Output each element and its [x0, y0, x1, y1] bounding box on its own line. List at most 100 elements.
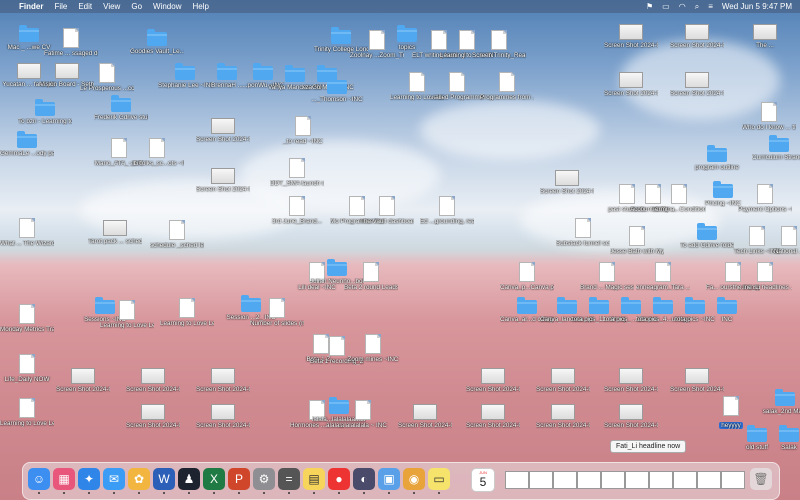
desktop-icon-shot[interactable]: Screen Shot 2024-0...40.05 PM	[536, 404, 590, 429]
desktop-icon-shot[interactable]: Screen Shot 2024-0...40.44 PM	[398, 404, 452, 429]
minimized-window-thumbnail[interactable]	[649, 471, 673, 489]
desktop-icon-shot[interactable]: Screen Shot 2024-0...39.42 PM	[604, 404, 658, 429]
notes-app-app-icon[interactable]: ▤	[303, 468, 325, 494]
desktop-icon-shot[interactable]: The ...	[738, 24, 792, 49]
system-settings-app-icon[interactable]: ⚙	[253, 468, 275, 494]
desktop-icon-doc[interactable]: ...ailed Programmes ...Lessons	[430, 72, 484, 101]
desktop-icon-doc[interactable]: Jesse Bath with My ...	[610, 226, 664, 255]
desktop-icon-doc[interactable]: Canva_p...Canva photo link photo Blue...	[500, 262, 554, 291]
flag-icon[interactable]: ⚑	[646, 0, 653, 13]
desktop-icon-folder[interactable]: To add Gdrive folders ~INC	[680, 223, 734, 249]
desktop-icon-doc[interactable]: Programmes from ...	[480, 72, 534, 101]
desktop[interactable]: Mac _ ...we CVFatime ... ssaged docGoodi…	[0, 0, 800, 500]
minimized-window-thumbnail[interactable]	[601, 471, 625, 489]
chrome-app-icon[interactable]: ◉	[403, 468, 425, 494]
launchpad-app-icon[interactable]: ▦	[53, 468, 75, 494]
desktop-icon-doc[interactable]: Zoom mines ~INC	[346, 334, 400, 363]
minimized-window-thumbnail[interactable]	[505, 471, 529, 489]
battery-icon[interactable]: ▭	[662, 0, 670, 13]
control-center-icon[interactable]: ≡	[708, 0, 713, 13]
minimized-window-thumbnail[interactable]	[577, 471, 601, 489]
desktop-icon-folder[interactable]: ..._Thomson ~INC	[310, 77, 364, 103]
desktop-icon-doc[interactable]: schedule _sched led ~INC	[150, 220, 204, 249]
minimized-window-thumbnail[interactable]	[625, 471, 649, 489]
desktop-icon-doc[interactable]: Ed ...grounding, realistic, ...cd ~INC	[420, 196, 474, 225]
desktop-icon-folder[interactable]: Curriculum Strands	[752, 135, 800, 161]
powerpoint-app-icon[interactable]: P	[228, 468, 250, 494]
desktop-icon-doc[interactable]: National ...	[762, 226, 800, 255]
desktop-icon-doc[interactable]: Learning to Love Leading...ind Vault!	[100, 300, 154, 329]
desktop-icon-doc[interactable]: Substack funnel screens...une 2023	[556, 218, 610, 247]
desktop-icon-shot[interactable]: Screen Shot 2024-0...38.18 PM	[670, 24, 724, 49]
desktop-icon-folder[interactable]: To bzn - Learning to Love Leading_buo ~I…	[18, 99, 72, 125]
desktop-icon-shot[interactable]: Screen Shot 2024-0...41.07 PM	[196, 368, 250, 393]
app-menu[interactable]: Finder	[19, 0, 43, 13]
recorder-app-icon[interactable]: ●	[328, 468, 350, 494]
minimized-window-thumbnail[interactable]	[697, 471, 721, 489]
stickies-app-icon[interactable]: ▭	[428, 468, 450, 494]
preview-app-icon[interactable]: ▣	[378, 468, 400, 494]
desktop-icon-shot[interactable]: Screen Shot 2024-0...41.02 PM	[196, 168, 250, 193]
search-icon[interactable]: ⌕	[695, 0, 699, 13]
desktop-icon-shot[interactable]: Screen Shot 2024-0...38.57 PM	[604, 24, 658, 49]
desktop-icon-folder[interactable]: Goodies Vault_Le...ing ~INC	[130, 29, 184, 55]
desktop-icon-doc[interactable]: Beta 2 round Leads ~INC	[344, 262, 398, 291]
desktop-icon-doc[interactable]: enneagram_Tara ...card tops	[636, 262, 690, 291]
menu-window[interactable]: Window	[153, 0, 181, 13]
desktop-icon-shot[interactable]: Screen Shot 2024-0...41.51 PM	[56, 368, 110, 393]
word-app-icon[interactable]: W	[153, 468, 175, 494]
desktop-icon-shot[interactable]: Screen Shot 2024-0...40.09 PM	[466, 368, 520, 393]
desktop-icon-doc[interactable]: Life_Daily NOW	[0, 354, 54, 383]
minimized-window-thumbnail[interactable]	[673, 471, 697, 489]
menu-view[interactable]: View	[103, 0, 120, 13]
minimized-window-thumbnail[interactable]	[529, 471, 553, 489]
desktop-icon-shot[interactable]: Screen Shot 2024-0...38.39 PM	[670, 72, 724, 97]
mail-app-icon[interactable]: ✉	[103, 468, 125, 494]
desktop-icon-folder[interactable]: program outline	[690, 145, 744, 171]
desktop-icon-shot[interactable]: Screen Shot 2024-0...40.53 PM	[196, 118, 250, 143]
desktop-icon-shot[interactable]: Screen Shot 2024-0...39.29 PM	[604, 368, 658, 393]
menu-file[interactable]: File	[54, 0, 67, 13]
desktop-icon-doc[interactable]: Monday Metrics Tracking...24 ~INC	[0, 304, 54, 333]
desktop-icon-doc[interactable]: Screen Trinity_Reading ...ch lane 2024	[472, 30, 526, 59]
desktop-icon-folder[interactable]: salak_2nd Ma...	[758, 389, 800, 415]
desktop-icon-doc[interactable]: Brand ... Magic sessi_IB...removed	[580, 262, 634, 291]
desktop-icon-folder[interactable]: Salak	[762, 425, 800, 451]
screen-recorder-app-icon[interactable]: ◐	[353, 468, 375, 494]
desktop-icon-doc[interactable]: DDT_SMA launch webinar mini INC	[270, 158, 324, 187]
calendar-app-icon[interactable]: JUN 5	[471, 468, 495, 492]
desktop-icon-doc[interactable]: Fatime ... ssaged doc	[44, 28, 98, 57]
desktop-icon-doc[interactable]: _to read ~INC	[276, 116, 330, 145]
kindle-app-icon[interactable]: ♟	[178, 468, 200, 494]
desktop-icon-doc[interactable]: Payment Options ~INC	[738, 184, 792, 213]
desktop-icon-doc[interactable]: ...ine_Li headlines ...ary 13th April 2	[738, 262, 792, 291]
desktop-icon-shot[interactable]: Screen Shot 2024-0...40.28 PM	[466, 404, 520, 429]
menu-help[interactable]: Help	[192, 0, 208, 13]
trash-icon[interactable]: 🗑	[750, 468, 772, 490]
desktop-icon-doc[interactable]: 3rd June_Brand...	[270, 196, 324, 225]
desktop-icon-shot[interactable]: Screen Shot 2024-0...41.44 PM	[126, 368, 180, 393]
desktop-icon-doc[interactable]: What ... The Wizard of ...not to scare	[0, 218, 54, 247]
desktop-icon-folder[interactable]: INC	[700, 297, 754, 323]
desktop-icon-shot[interactable]: Tarot pack ... schedule	[88, 220, 142, 245]
desktop-icon-doc[interactable]: Learning to Love Leading...pes ~INC	[160, 298, 214, 327]
safari-app-icon[interactable]: ✦	[78, 468, 100, 494]
calculator-app-icon[interactable]: =	[278, 468, 300, 494]
desktop-icon-shot[interactable]: Screen Shot 2024-0...40.00 PM	[536, 368, 590, 393]
desktop-icon-shot[interactable]: Screen Shot 2024-0...39.07 PM	[604, 72, 658, 97]
minimized-window-thumbnail[interactable]	[553, 471, 577, 489]
desktop-icon-shot[interactable]: Screen Shot 2024-0...38.47 PM	[670, 368, 724, 393]
desktop-icon-doc[interactable]: Number of slides (not ...	[250, 298, 304, 327]
desktop-icon-doc[interactable]: _Li folks_sc...ots ~INC	[130, 138, 184, 167]
desktop-icon-folder[interactable]: GemmaLe ...ody pays ~INC	[0, 131, 54, 157]
finder-app-icon[interactable]: ☺	[28, 468, 50, 494]
desktop-icon-shot[interactable]: Screen Shot 2024-0...41.49 PM	[126, 404, 180, 429]
desktop-icon-doc[interactable]: Learning to Love Leading...023 copy	[0, 398, 54, 427]
desktop-icon-doc[interactable]: Le Prosperous ...coach screenshots	[80, 63, 134, 92]
datetime[interactable]: Wed Jun 5 9:47 PM	[722, 0, 792, 13]
desktop-icon-doc[interactable]: Who do I know ... the 27 Types	[742, 102, 796, 131]
excel-app-icon[interactable]: X	[203, 468, 225, 494]
desktop-icon-doc[interactable]: ...lalalalala ~ INC	[336, 400, 390, 429]
desktop-icon-doc[interactable]: The Vault dashboard ...py.docx	[360, 196, 414, 225]
photos-app-icon[interactable]: ✿	[128, 468, 150, 494]
